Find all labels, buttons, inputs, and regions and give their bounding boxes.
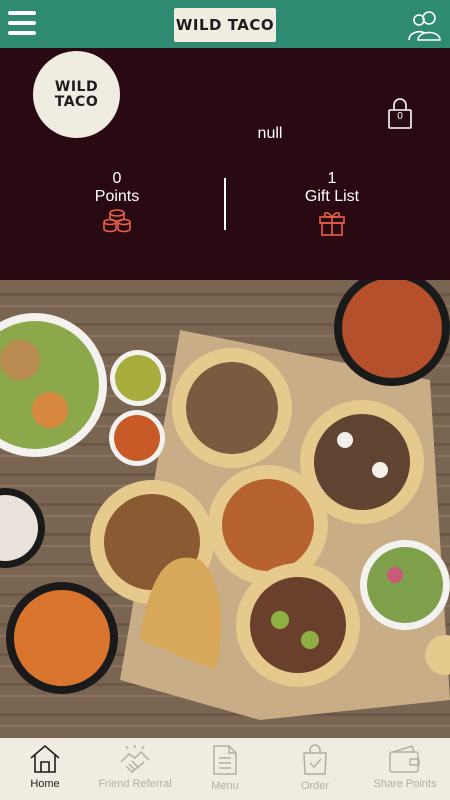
restaurant-logo: WILD TACO [33,51,120,138]
user-name: null [257,125,283,142]
lock-count: 0 [397,111,403,122]
points-stat[interactable]: 0 Points [42,170,192,234]
nav-menu[interactable]: Menu [180,738,270,800]
nav-order[interactable]: Order [270,738,360,800]
nav-share-points-label: Share Points [373,778,437,790]
points-value: 0 [112,170,122,187]
wallet-icon [389,745,420,773]
nav-home[interactable]: Home [0,738,90,800]
hamburger-menu-icon[interactable] [8,11,36,37]
top-bar: WILD TACO [0,0,450,48]
gift-icon [319,211,345,236]
app-screen: WILD TACO WILD TACO null 0 0 Points 1 Gi… [0,0,450,800]
nav-menu-label: Menu [211,780,239,792]
home-icon [30,744,60,773]
nav-friend-referral-label: Friend Referral [98,778,172,790]
gift-label: Gift List [304,188,360,205]
brand-logo-text: WILD TACO [175,16,275,34]
coins-icon [103,209,131,233]
gift-value: 1 [327,170,337,187]
food-photo [0,280,450,738]
points-label: Points [94,188,140,205]
bottom-nav: Home Friend Referral Menu Order Share Po… [0,738,450,800]
gift-list-stat[interactable]: 1 Gift List [257,170,407,236]
logo-line-2: TACO [54,93,99,110]
users-icon[interactable] [406,8,444,42]
document-icon [213,745,237,775]
logo-line-1: WILD [54,78,99,95]
nav-home-label: Home [30,778,60,790]
nav-friend-referral[interactable]: Friend Referral [90,738,180,800]
nav-share-points[interactable]: Share Points [360,738,450,800]
nav-order-label: Order [300,780,330,792]
handshake-icon [120,745,150,774]
account-panel: WILD TACO null 0 0 Points 1 Gift List [0,48,450,280]
food-illustration [0,280,450,738]
shopping-bag-icon [303,744,327,775]
stats-divider [224,178,226,230]
lock-badge[interactable]: 0 [386,96,414,130]
brand-logo: WILD TACO [174,8,276,42]
